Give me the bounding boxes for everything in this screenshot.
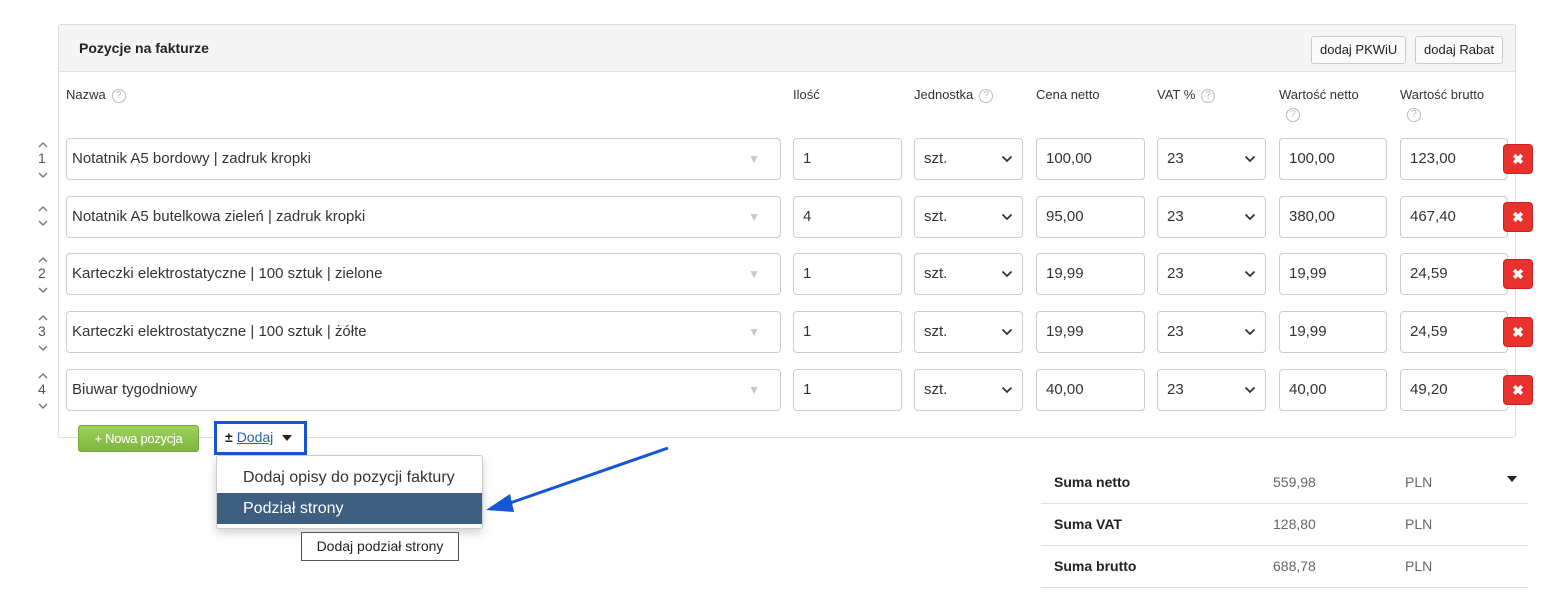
col-header-nazwa: Nazwa?: [66, 87, 126, 103]
vat-select[interactable]: 23: [1157, 311, 1266, 353]
move-down-icon[interactable]: [38, 339, 48, 355]
help-icon[interactable]: ?: [979, 88, 994, 103]
plus-minus-icon: ±: [225, 429, 233, 445]
chevron-down-icon: [1244, 213, 1256, 221]
add-rabat-button[interactable]: dodaj Rabat: [1415, 36, 1504, 64]
value-net-input[interactable]: 40,00: [1279, 369, 1387, 411]
col-header-ilosc: Ilość: [793, 87, 820, 102]
chevron-down-icon: [1244, 270, 1256, 278]
chevron-down-icon: [1001, 270, 1013, 278]
item-name-input[interactable]: Notatnik A5 bordowy | zadruk kropki ▼: [66, 138, 781, 180]
chevron-down-icon: [1001, 213, 1013, 221]
move-down-icon[interactable]: [38, 281, 48, 297]
value-net-input[interactable]: 19,99: [1279, 311, 1387, 353]
move-down-icon[interactable]: [38, 166, 48, 182]
quantity-input[interactable]: 1: [793, 369, 902, 411]
summary-row-vat: Suma VAT 128,80 PLN: [1041, 504, 1528, 546]
add-pkwiu-button[interactable]: dodaj PKWiU: [1311, 36, 1407, 64]
table-row: 2 Karteczki elektrostatyczne | 100 sztuk…: [0, 253, 1562, 297]
unit-select[interactable]: szt.: [914, 311, 1023, 353]
table-row: 1 Notatnik A5 bordowy | zadruk kropki ▼ …: [0, 138, 1562, 182]
new-position-button[interactable]: + Nowa pozycja: [78, 425, 199, 452]
price-net-input[interactable]: 40,00: [1036, 369, 1145, 411]
chevron-down-icon: [1244, 386, 1256, 394]
summary-row-brutto: Suma brutto 688,78 PLN: [1041, 546, 1528, 588]
col-header-wartosc-netto: Wartość netto: [1279, 87, 1359, 102]
move-down-icon[interactable]: [38, 397, 48, 413]
panel-title: Pozycje na fakturze: [79, 40, 209, 56]
menu-item-add-descriptions[interactable]: Dodaj opisy do pozycji faktury: [217, 462, 482, 493]
value-gross-input[interactable]: 467,40: [1400, 196, 1508, 238]
price-net-input[interactable]: 95,00: [1036, 196, 1145, 238]
price-net-input[interactable]: 19,99: [1036, 253, 1145, 295]
add-dropdown-menu: Dodaj opisy do pozycji faktury Podział s…: [216, 455, 483, 529]
vat-select[interactable]: 23: [1157, 253, 1266, 295]
quantity-input[interactable]: 1: [793, 253, 902, 295]
unit-select[interactable]: szt.: [914, 196, 1023, 238]
quantity-input[interactable]: 4: [793, 196, 902, 238]
chevron-down-icon: [1244, 155, 1256, 163]
delete-row-button[interactable]: ✖: [1503, 144, 1533, 174]
value-gross-input[interactable]: 49,20: [1400, 369, 1508, 411]
help-icon[interactable]: ?: [1407, 108, 1421, 122]
item-name-input[interactable]: Karteczki elektrostatyczne | 100 sztuk |…: [66, 311, 781, 353]
unit-select[interactable]: szt.: [914, 138, 1023, 180]
value-net-input[interactable]: 19,99: [1279, 253, 1387, 295]
dropdown-arrow-icon[interactable]: ▼: [748, 254, 760, 294]
delete-row-button[interactable]: ✖: [1503, 202, 1533, 232]
delete-row-button[interactable]: ✖: [1503, 375, 1533, 405]
row-number: 2: [38, 265, 46, 281]
unit-select[interactable]: szt.: [914, 253, 1023, 295]
delete-row-button[interactable]: ✖: [1503, 317, 1533, 347]
delete-row-button[interactable]: ✖: [1503, 259, 1533, 289]
price-net-input[interactable]: 19,99: [1036, 311, 1145, 353]
dropdown-arrow-icon[interactable]: ▼: [748, 197, 760, 237]
table-row: 4 Biuwar tygodniowy ▼ 1 szt. 40,00 23 40…: [0, 369, 1562, 413]
vat-select[interactable]: 23: [1157, 196, 1266, 238]
dropdown-arrow-icon[interactable]: ▼: [748, 370, 760, 410]
col-header-vat: VAT %?: [1157, 87, 1216, 103]
vat-select[interactable]: 23: [1157, 138, 1266, 180]
item-name-input[interactable]: Biuwar tygodniowy ▼: [66, 369, 781, 411]
dropdown-arrow-icon[interactable]: ▼: [748, 139, 760, 179]
panel-header: Pozycje na fakturze dodaj PKWiU dodaj Ra…: [59, 25, 1515, 72]
value-net-input[interactable]: 380,00: [1279, 196, 1387, 238]
summary-row-netto: Suma netto 559,98 PLN: [1041, 462, 1528, 504]
chevron-down-icon: [1244, 328, 1256, 336]
menu-item-page-break[interactable]: Podział strony: [217, 493, 482, 524]
quantity-input[interactable]: 1: [793, 311, 902, 353]
value-gross-input[interactable]: 123,00: [1400, 138, 1508, 180]
help-icon[interactable]: ?: [1201, 88, 1216, 103]
value-net-input[interactable]: 100,00: [1279, 138, 1387, 180]
value-gross-input[interactable]: 24,59: [1400, 253, 1508, 295]
quantity-input[interactable]: 1: [793, 138, 902, 180]
vat-select[interactable]: 23: [1157, 369, 1266, 411]
help-icon[interactable]: ?: [1286, 108, 1300, 122]
item-name-input[interactable]: Karteczki elektrostatyczne | 100 sztuk |…: [66, 253, 781, 295]
row-number: 4: [38, 381, 46, 397]
add-dropdown-toggle[interactable]: ± Dodaj: [214, 421, 307, 455]
row-number: 3: [38, 323, 46, 339]
add-dropdown-label: Dodaj: [236, 429, 274, 445]
table-row: 3 Karteczki elektrostatyczne | 100 sztuk…: [0, 311, 1562, 355]
chevron-down-icon: [1001, 328, 1013, 336]
help-icon[interactable]: ?: [111, 88, 126, 103]
row-number: 1: [38, 150, 46, 166]
col-header-wartosc-brutto: Wartość brutto: [1400, 87, 1485, 102]
dropdown-arrow-icon[interactable]: ▼: [748, 312, 760, 352]
price-net-input[interactable]: 100,00: [1036, 138, 1145, 180]
unit-select[interactable]: szt.: [914, 369, 1023, 411]
move-down-icon[interactable]: [38, 214, 48, 230]
caret-down-icon: [282, 435, 293, 442]
col-header-cena-netto: Cena netto: [1036, 87, 1100, 102]
value-gross-input[interactable]: 24,59: [1400, 311, 1508, 353]
table-row: Notatnik A5 butelkowa zieleń | zadruk kr…: [0, 196, 1562, 240]
chevron-down-icon: [1001, 155, 1013, 163]
chevron-down-icon: [1001, 386, 1013, 394]
tooltip: Dodaj podział strony: [301, 532, 459, 561]
col-header-jednostka: Jednostka?: [914, 87, 994, 103]
item-name-input[interactable]: Notatnik A5 butelkowa zieleń | zadruk kr…: [66, 196, 781, 238]
currency-dropdown-icon[interactable]: [1507, 476, 1517, 482]
